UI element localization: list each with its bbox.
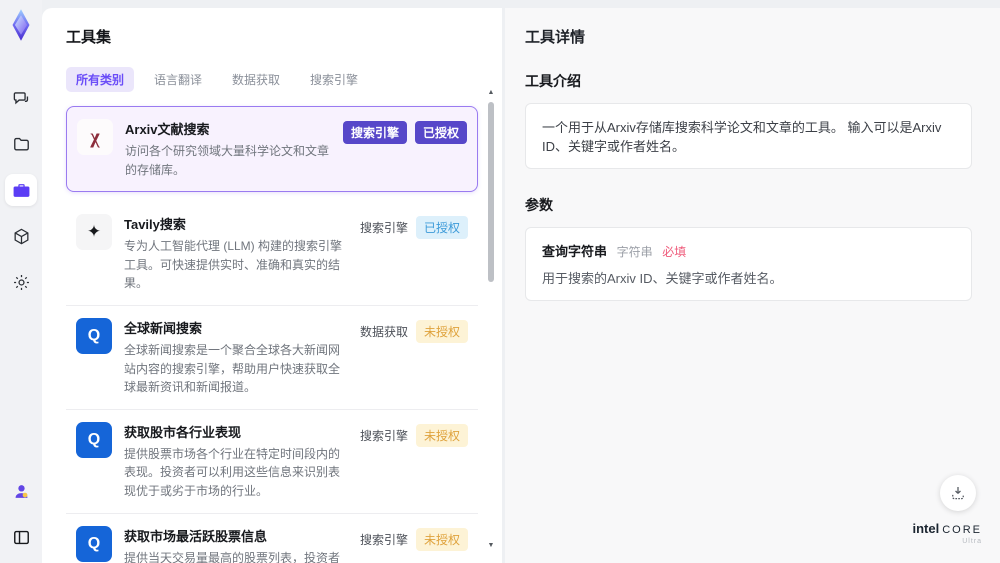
tavily-logo-icon: ✦ — [76, 214, 112, 251]
core-wordmark: CORE — [942, 524, 982, 536]
tool-card-sector-performance[interactable]: Q 获取股市各行业表现 提供股票市场各个行业在特定时间段内的表现。投资者可以利用… — [66, 410, 478, 514]
intel-wordmark: intel — [912, 521, 940, 536]
arxiv-logo-icon: χ — [77, 119, 113, 155]
category-label: 搜索引擎 — [359, 221, 408, 236]
tab-all-categories[interactable]: 所有类别 — [66, 67, 135, 92]
sidebar-item-settings[interactable] — [5, 266, 37, 298]
download-icon — [952, 487, 964, 500]
sidebar-item-chat[interactable] — [5, 82, 37, 114]
tool-detail-panel: 工具详情 工具介绍 一个用于从Arxiv存储库搜索科学论文和文章的工具。 输入可… — [505, 8, 1000, 563]
tool-description: 访问各个研究领域大量科学论文和文章的存储库。 — [125, 144, 330, 177]
tool-description: 全球新闻搜索是一个聚合全球各大新闻网站内容的搜索引擎，帮助用户快速获取全球最新资… — [124, 342, 341, 395]
list-scrollbar[interactable]: ▲ ▼ — [486, 88, 496, 551]
sidebar-item-tools[interactable] — [5, 174, 37, 206]
intro-heading: 工具介绍 — [525, 73, 581, 89]
sidebar-item-packages[interactable] — [5, 220, 37, 252]
param-description: 用于搜索的Arxiv ID、关键字或作者姓名。 — [542, 271, 783, 286]
tool-card-global-news[interactable]: Q 全球新闻搜索 全球新闻搜索是一个聚合全球各大新闻网站内容的搜索引擎，帮助用户… — [66, 306, 478, 410]
app-logo-icon — [12, 9, 30, 41]
param-name: 查询字符串 — [542, 244, 608, 259]
sidebar-item-files[interactable] — [5, 128, 37, 160]
tool-description: 提供股票市场各个行业在特定时间段内的表现。投资者可以利用这些信息来识别表现优于或… — [124, 446, 341, 498]
sidebar-item-account[interactable] — [5, 475, 37, 507]
param-required-flag: 必填 — [662, 245, 687, 259]
scroll-down-arrow[interactable]: ▼ — [486, 541, 496, 551]
tool-list-panel: 工具集 所有类别 语言翻译 数据获取 搜索引擎 χ Arxiv文献搜索 访问各个… — [42, 8, 502, 563]
gear-icon — [13, 274, 29, 290]
tool-card-tavily[interactable]: ✦ Tavily搜索 专为人工智能代理 (LLM) 构建的搜索引擎工具。可快速提… — [66, 202, 478, 306]
auth-status-badge: 已授权 — [415, 216, 468, 240]
briefcase-icon — [13, 183, 29, 197]
download-button[interactable] — [940, 475, 976, 511]
tool-card-arxiv[interactable]: χ Arxiv文献搜索 访问各个研究领域大量科学论文和文章的存储库。 搜索引擎 … — [66, 106, 478, 193]
tool-card-active-stocks[interactable]: Q 获取市场最活跃股票信息 提供当天交易量最高的股票列表，投资者可以利用这些信息… — [66, 514, 478, 563]
tool-description: 提供当天交易量最高的股票列表，投资者可以利用这些信息来识别流动性强的股票和潜在的… — [124, 550, 341, 563]
scroll-up-arrow[interactable]: ▲ — [486, 88, 496, 98]
chat-icon — [13, 91, 28, 104]
detail-title: 工具详情 — [525, 29, 586, 46]
tab-search-engine[interactable]: 搜索引擎 — [300, 67, 368, 92]
category-label: 搜索引擎 — [359, 428, 408, 443]
tool-description: 专为人工智能代理 (LLM) 构建的搜索引擎工具。可快速提供实时、准确和真实的结… — [124, 239, 343, 291]
news-search-logo-icon: Q — [76, 317, 112, 354]
params-heading: 参数 — [525, 197, 553, 213]
cube-icon — [14, 228, 28, 244]
auth-status-badge: 未授权 — [415, 319, 468, 343]
tool-name: 获取市场最活跃股票信息 — [124, 528, 268, 544]
category-label: 数据获取 — [359, 324, 408, 339]
param-card: 查询字符串 字符串 必填 用于搜索的Arxiv ID、关键字或作者姓名。 — [525, 227, 972, 301]
ultra-wordmark: Ultra — [962, 538, 982, 545]
param-type: 字符串 — [616, 245, 653, 259]
avatar-icon — [15, 484, 27, 498]
tool-name: 获取股市各行业表现 — [124, 424, 242, 440]
tool-name: Arxiv文献搜索 — [125, 122, 210, 137]
category-tabs: 所有类别 语言翻译 数据获取 搜索引擎 — [66, 67, 478, 92]
tool-intro-box: 一个用于从Arxiv存储库搜索科学论文和文章的工具。 输入可以是Arxiv ID… — [525, 103, 972, 169]
news-search-logo-icon: Q — [76, 421, 112, 458]
auth-status-badge: 已授权 — [414, 121, 467, 144]
tool-name: Tavily搜索 — [124, 217, 186, 233]
param-header: 查询字符串 字符串 必填 — [542, 241, 955, 260]
tool-name: 全球新闻搜索 — [124, 320, 203, 336]
page-title: 工具集 — [66, 29, 112, 46]
news-search-logo-icon: Q — [76, 525, 112, 562]
panel-toggle-icon — [13, 530, 29, 544]
tab-language-translation[interactable]: 语言翻译 — [144, 67, 212, 92]
category-label: 搜索引擎 — [359, 532, 408, 547]
auth-status-badge: 未授权 — [415, 527, 468, 551]
scrollbar-thumb[interactable] — [488, 102, 494, 282]
app-sidebar — [0, 0, 42, 563]
intel-core-logo: intel CORE Ultra — [912, 522, 982, 545]
tab-data-fetch[interactable]: 数据获取 — [222, 67, 290, 92]
category-badge: 搜索引擎 — [342, 121, 407, 144]
folder-icon — [13, 137, 29, 150]
auth-status-badge: 未授权 — [415, 423, 468, 447]
sidebar-item-panel-toggle[interactable] — [5, 521, 37, 553]
